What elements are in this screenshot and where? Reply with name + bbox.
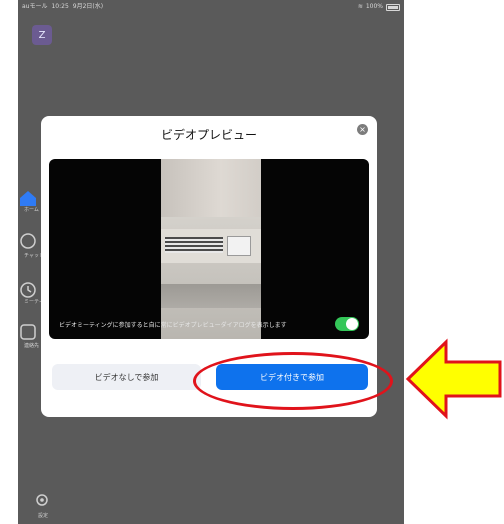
gear-icon[interactable] [32, 490, 52, 510]
camera-scene-vent [161, 229, 261, 263]
chat-icon[interactable] [18, 232, 38, 252]
annotation-highlight-ellipse [193, 352, 393, 410]
wifi-icon: ≋ [357, 3, 363, 10]
video-preview: ビデオミーティングに参加すると自に常にビデオプレビューダイアログを表示します [49, 159, 369, 339]
avatar-initial: Z [38, 29, 46, 41]
sidebar-item-home: ホーム [24, 207, 39, 213]
time-text: 10:25 [51, 3, 69, 10]
battery-text: 100% [365, 3, 383, 10]
battery-icon [386, 3, 400, 11]
contacts-icon[interactable] [18, 322, 38, 342]
always-show-preview-row: ビデオミーティングに参加すると自に常にビデオプレビューダイアログを表示します [59, 317, 359, 331]
avatar[interactable]: Z [32, 25, 52, 45]
clock-icon[interactable] [18, 280, 38, 300]
home-icon[interactable] [18, 188, 38, 208]
annotation-arrow-icon [405, 338, 502, 420]
dialog-title: ビデオプレビュー [160, 128, 257, 142]
camera-feed [161, 159, 261, 339]
date-text: 9月2日(水) [72, 3, 104, 10]
carrier-text: auモール [22, 3, 48, 10]
always-show-preview-toggle[interactable] [335, 317, 359, 331]
sidebar-item-settings: 設定 [38, 513, 49, 519]
join-without-video-button[interactable]: ビデオなしで参加 [52, 364, 201, 390]
always-show-preview-label: ビデオミーティングに参加すると自に常にビデオプレビューダイアログを表示します [59, 321, 287, 329]
status-bar: auモール 10:25 9月2日(水) ≋ 100% [18, 0, 404, 14]
ipad-screen: auモール 10:25 9月2日(水) ≋ 100% Z ホーム チャット ミー… [18, 0, 404, 524]
sidebar-item-contacts: 連絡先 [24, 343, 40, 349]
close-icon[interactable]: × [357, 124, 368, 135]
